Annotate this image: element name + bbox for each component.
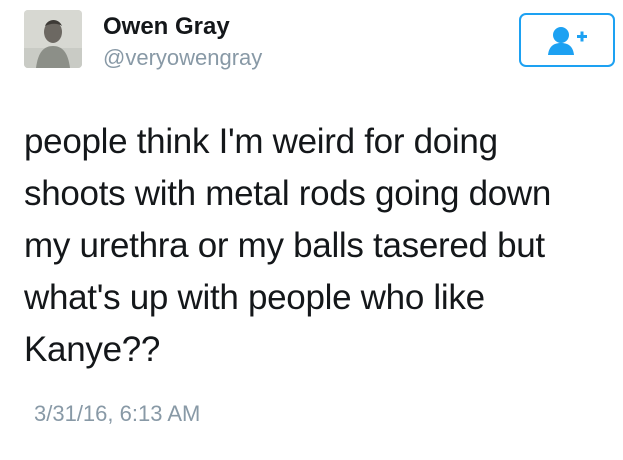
add-user-icon [547,26,587,55]
author-handle[interactable]: @veryowengray [103,44,262,72]
author-display-name[interactable]: Owen Gray [103,12,230,42]
tweet-text: people think I'm weird for doing shoots … [24,122,552,369]
follow-button[interactable] [519,13,615,67]
user-photo-avatar-icon [24,10,82,68]
tweet-card: Owen Gray @veryowengray people think I'm… [0,0,623,460]
tweet-timestamp[interactable]: 3/31/16, 6:13 AM [34,400,200,428]
author-avatar[interactable] [24,10,82,68]
